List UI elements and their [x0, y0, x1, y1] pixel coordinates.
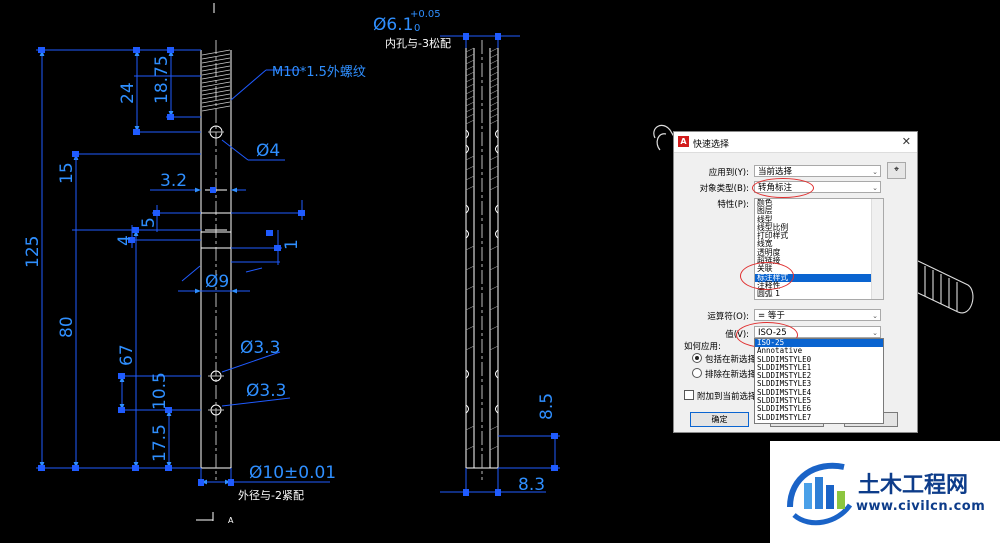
- ok-button[interactable]: 确定: [690, 412, 749, 427]
- dim-15: 15: [57, 162, 77, 184]
- dim-tol-upper: +0.05: [410, 9, 441, 20]
- dim-5: 5: [139, 217, 159, 228]
- dim-4: 4: [115, 235, 135, 246]
- dim-125: 125: [23, 236, 43, 268]
- dim-67: 67: [117, 344, 137, 366]
- include-label: 包括在新选择: [705, 355, 757, 365]
- pick-cursor-icon: ⌖: [893, 165, 900, 175]
- dim-tol-lower: 0: [414, 23, 420, 34]
- properties-label: 特性(P):: [717, 200, 749, 210]
- dim-18-75: 18.75: [152, 55, 172, 104]
- left-part-dimension-lines: [36, 49, 330, 485]
- middle-part-geometry: [465, 40, 499, 480]
- dim-8-3: 8.3: [518, 475, 545, 495]
- view-marker: [196, 512, 214, 521]
- view-label-a: A: [228, 516, 234, 525]
- value-option[interactable]: SLDDIMSTYLE7: [755, 413, 883, 422]
- watermark-brand-name: 土木工程网: [858, 473, 969, 498]
- outer-fit-note: 外径与-2紧配: [238, 489, 304, 502]
- watermark-url: www.civilcn.com: [856, 499, 986, 514]
- property-item[interactable]: 颜色: [755, 199, 883, 207]
- inner-hole-fit-note: 内孔与-3松配: [385, 36, 451, 50]
- thread-note: M10*1.5外螺纹: [272, 65, 366, 80]
- apply-to-value: 当前选择: [758, 167, 793, 177]
- annotation-circle-object-type: [752, 178, 814, 198]
- watermark: 土木工程网 www.civilcn.com: [770, 441, 1000, 543]
- watermark-logo-icon: [787, 462, 853, 526]
- dim-10-5: 10.5: [150, 372, 170, 410]
- dim-phi3-3-lower: Ø3.3: [246, 381, 286, 401]
- dim-24: 24: [118, 82, 138, 104]
- chevron-down-icon: ⌄: [872, 184, 878, 192]
- property-item[interactable]: 圆弧 1: [755, 289, 883, 298]
- properties-scrollbar[interactable]: [871, 199, 883, 299]
- chevron-down-icon: ⌄: [872, 168, 878, 176]
- dim-phi9: Ø9: [205, 272, 229, 292]
- middle-part-dimension-lines: [440, 35, 560, 496]
- dim-phi6-1: Ø6.1: [373, 15, 413, 35]
- property-item[interactable]: 打印样式: [755, 231, 883, 240]
- value-dropdown-list[interactable]: ISO-25 Annotative SLDDIMSTYLE0 SLDDIMSTY…: [754, 338, 884, 424]
- dim-3-2: 3.2: [160, 171, 187, 191]
- dialog-titlebar[interactable]: A 快速选择 ✕: [674, 132, 917, 153]
- property-item[interactable]: 图层: [755, 206, 883, 215]
- operator-select[interactable]: = 等于 ⌄: [754, 309, 881, 321]
- dim-phi4: Ø4: [256, 141, 280, 161]
- operator-value: = 等于: [758, 311, 785, 321]
- dim-phi10-tol: Ø10±0.01: [249, 463, 336, 483]
- annotation-circle-property: [740, 262, 794, 290]
- autocad-app-icon: A: [678, 136, 689, 147]
- 3d-model-fragment-right: [915, 259, 974, 314]
- dim-1: 1: [282, 239, 302, 250]
- quick-select-dialog: A 快速选择 ✕ 应用到(Y): 当前选择 ⌄ ⌖ 对象类型(B): 转角标注 …: [673, 131, 918, 433]
- dim-8-5: 8.5: [537, 393, 557, 420]
- exclude-label: 排除在新选择: [705, 370, 757, 380]
- exclude-radio[interactable]: [692, 368, 702, 378]
- chevron-down-icon: ⌄: [872, 312, 878, 320]
- middle-dimension-arrowheads: [463, 33, 558, 496]
- operator-label: 运算符(O):: [707, 312, 749, 322]
- append-label: 附加到当前选择: [697, 392, 757, 402]
- close-icon[interactable]: ✕: [902, 135, 911, 148]
- include-radio[interactable]: [692, 353, 702, 363]
- dim-phi3-3-upper: Ø3.3: [240, 338, 280, 358]
- dim-80: 80: [57, 316, 77, 338]
- object-type-label: 对象类型(B):: [699, 184, 749, 194]
- select-objects-button[interactable]: ⌖: [887, 162, 906, 179]
- apply-to-label: 应用到(Y):: [708, 168, 749, 178]
- append-checkbox[interactable]: [684, 390, 694, 400]
- how-to-apply-label: 如何应用:: [684, 342, 721, 352]
- dim-17-5: 17.5: [150, 424, 170, 462]
- apply-to-select[interactable]: 当前选择 ⌄: [754, 165, 881, 177]
- dialog-title: 快速选择: [693, 140, 730, 150]
